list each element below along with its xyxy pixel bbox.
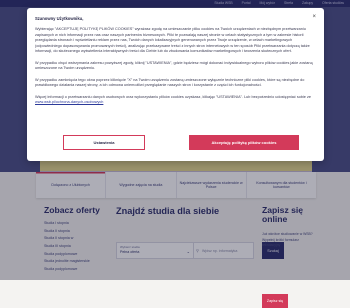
consent-paragraph: Więcej informacji o przetwarzaniu danych… bbox=[35, 95, 316, 106]
consent-paragraph-text: Więcej informacji o przetwarzaniu danych… bbox=[35, 94, 311, 99]
close-icon[interactable]: × bbox=[312, 14, 316, 20]
consent-paragraph: W przypadku chęci wstrzymania zakresu po… bbox=[35, 60, 313, 71]
cookie-consent-dialog: Szanowny Użytkowniku, × Wybierając "AKCE… bbox=[27, 8, 324, 161]
dialog-title: Szanowny Użytkowniku, bbox=[35, 16, 84, 21]
privacy-policy-link[interactable]: www.wsb.pl/ochrona-danych-osobowych bbox=[35, 100, 103, 104]
dialog-body: Wybierając "AKCEPTUJĘ POLITYKĘ PLIKÓW CO… bbox=[35, 27, 316, 112]
settings-button[interactable]: Ustawienia bbox=[63, 135, 145, 150]
signup-button[interactable]: Zapisz się bbox=[262, 294, 288, 308]
consent-paragraph: W przypadku zamknięcia tego okna poprzez… bbox=[35, 77, 305, 88]
consent-paragraph: Wybierając "AKCEPTUJĘ POLITYKĘ PLIKÓW CO… bbox=[35, 27, 310, 53]
accept-cookies-button[interactable]: Akceptuję politykę plików cookies bbox=[189, 135, 299, 150]
